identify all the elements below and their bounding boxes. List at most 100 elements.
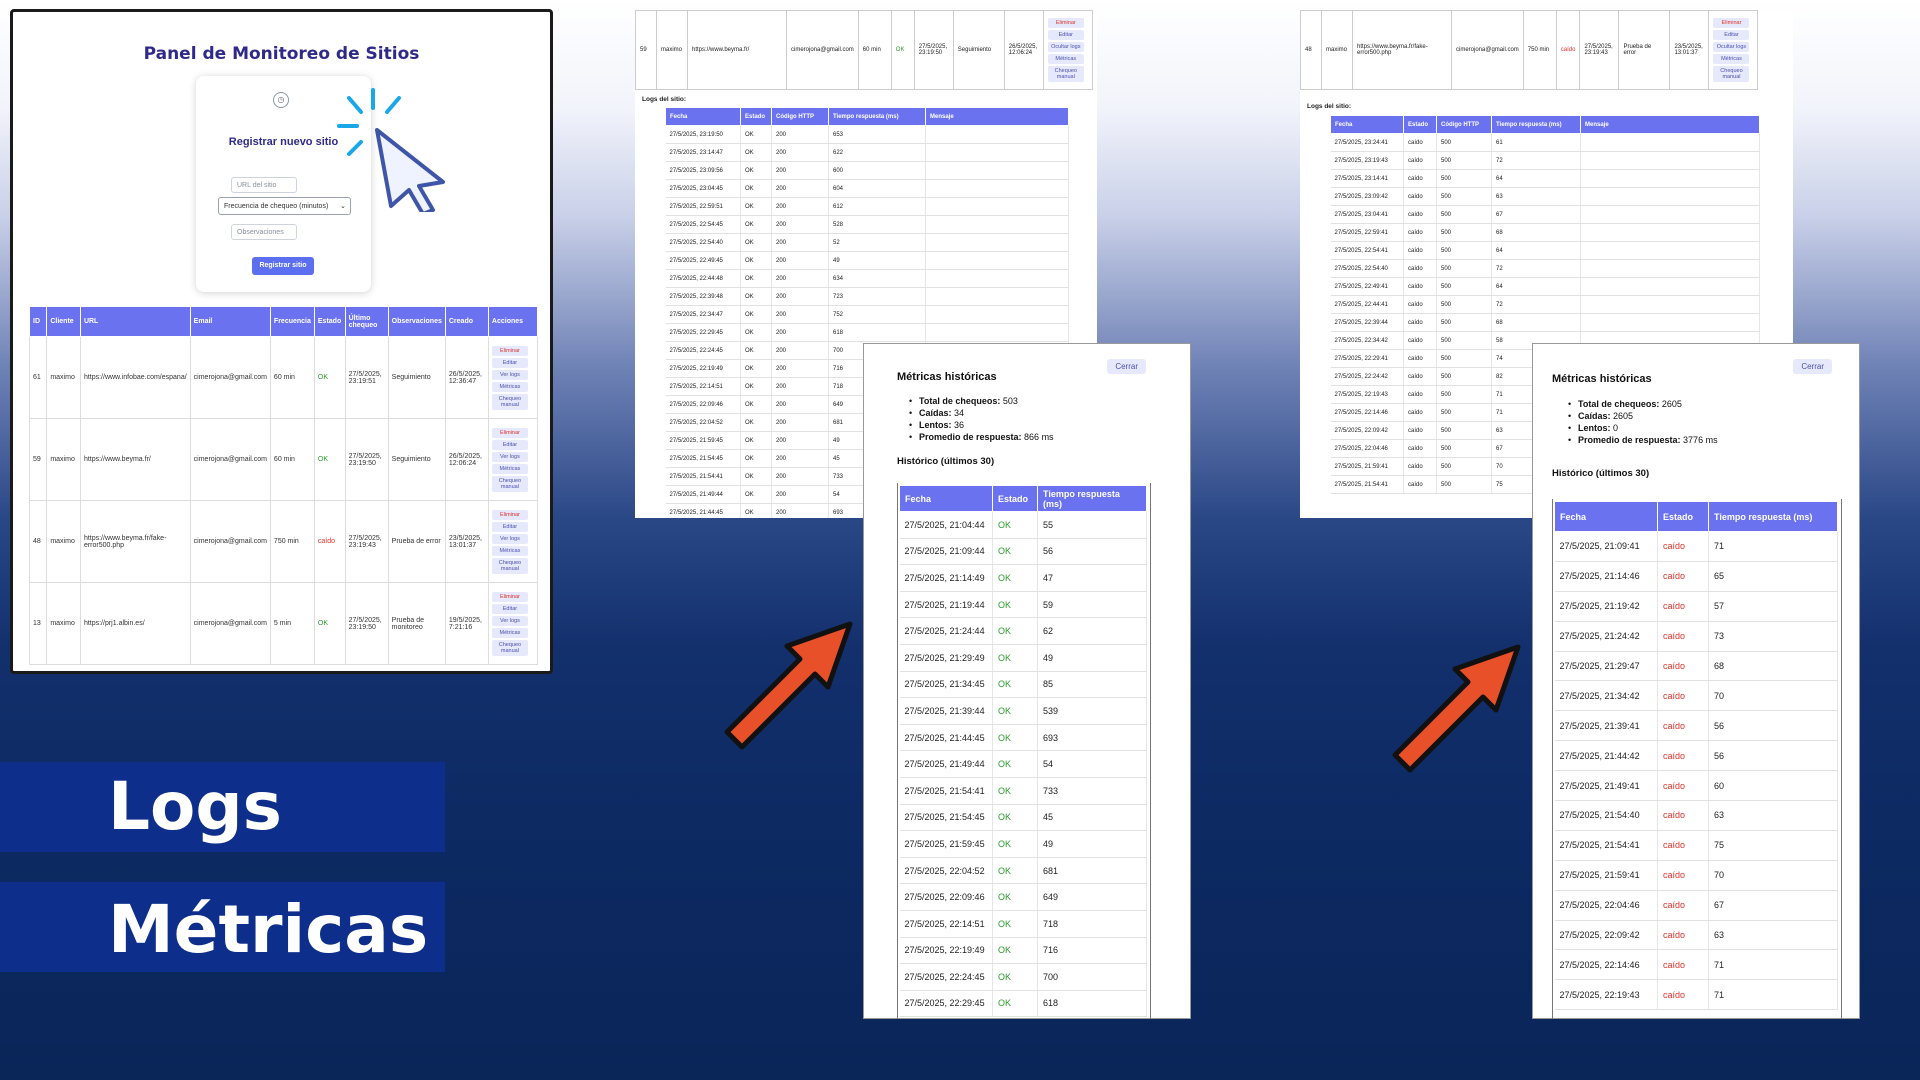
cell: 27/5/2025, 22:24:42 [1330,367,1404,386]
manual-check-button[interactable]: Chequeo manual [491,639,528,656]
cell: 27/5/2025, 21:59:41 [1330,457,1404,476]
hide-logs-button[interactable]: Ocultar logs [1047,42,1084,52]
observations-input[interactable]: Observaciones [231,224,297,240]
cell: caído [1403,187,1437,206]
cell: 27/5/2025, 22:19:43 [1554,979,1658,1011]
cell: OK [740,179,772,198]
cell: 27/5/2025, 22:29:45 [899,990,993,1018]
view-logs-button[interactable]: Ver logs [491,451,528,462]
table-row: 27/5/2025, 21:54:45 OK 45 [899,804,1147,832]
close-button[interactable]: Cerrar [1793,359,1832,374]
cell: 500 [1436,223,1492,242]
delete-button[interactable]: Eliminar [491,345,528,356]
cell: 27/5/2025, 23:09:56 [665,161,741,180]
cell-actions: Eliminar Editar Ver logs Métricas Cheque… [487,500,539,583]
stat-total: Total de chequeos: 2605 [1568,398,1718,410]
cell: 733 [1037,777,1147,805]
metrics-button[interactable]: Métricas [491,381,528,392]
edit-button[interactable]: Editar [491,439,528,450]
table-row: 27/5/2025, 22:59:41 caído 500 68 [1330,223,1760,242]
cell: 60 [1708,770,1838,802]
view-logs-button[interactable]: Ver logs [491,369,528,380]
metrics-button[interactable]: Métricas [1047,54,1084,64]
manual-check-button[interactable]: Chequeo manual [491,475,528,492]
table-row: 27/5/2025, 23:09:56 OK 200 600 [665,161,1069,180]
cell: 27/5/2025, 22:34:47 [665,305,741,324]
register-button[interactable]: Registrar sitio [252,257,314,275]
cell-freq: 5 min [269,582,315,665]
cell: 85 [1037,671,1147,699]
edit-button[interactable]: Editar [491,603,528,614]
cell: 54 [1037,750,1147,778]
table-row: 27/5/2025, 23:19:50 OK 200 653 [665,125,1069,144]
cell: 72 [1491,259,1581,278]
cell-freq: 750 min [1522,10,1557,90]
cell: OK [740,359,772,378]
close-button[interactable]: Cerrar [1107,359,1146,374]
metrics-button[interactable]: Métricas [491,627,528,638]
cell: 716 [1037,937,1147,965]
cell: 27/5/2025, 21:19:44 [899,591,993,619]
cell: 27/5/2025, 22:14:51 [899,910,993,938]
cell [925,305,1069,324]
metrics-button[interactable]: Métricas [491,545,528,556]
cell [1580,151,1760,170]
table-row: 27/5/2025, 21:14:49 OK 47 [899,564,1147,592]
cell-id: 48 [1300,10,1322,90]
cell: 600 [828,161,926,180]
table-row: 27/5/2025, 21:59:41 caído 70 [1554,860,1838,891]
edit-button[interactable]: Editar [1713,30,1750,40]
edit-button[interactable]: Editar [1047,30,1084,40]
cell: 27/5/2025, 22:14:46 [1554,949,1658,981]
col-header: Último chequeo [344,306,389,337]
table-row: 27/5/2025, 21:59:45 OK 49 [899,830,1147,858]
cell: OK [992,724,1038,752]
view-logs-button[interactable]: Ver logs [491,615,528,626]
delete-button[interactable]: Eliminar [1047,18,1084,28]
cell: caído [1657,740,1709,772]
cell [925,161,1069,180]
manual-check-button[interactable]: Chequeo manual [1047,66,1084,82]
cell: 200 [771,359,829,378]
delete-button[interactable]: Eliminar [491,509,528,520]
cell: 68 [1491,313,1581,332]
col-header: Frecuencia [269,306,315,337]
manual-check-button[interactable]: Chequeo manual [1713,66,1750,82]
table-row: 27/5/2025, 22:24:45 OK 700 [899,963,1147,991]
delete-button[interactable]: Eliminar [1713,18,1750,28]
cell: 500 [1436,403,1492,422]
metrics-button[interactable]: Métricas [1713,54,1750,64]
table-row: 27/5/2025, 21:54:41 OK 733 [899,777,1147,805]
cell: 27/5/2025, 22:04:52 [899,857,993,885]
metrics-button[interactable]: Métricas [491,463,528,474]
manual-check-button[interactable]: Chequeo manual [491,557,528,574]
cell: 723 [828,287,926,306]
cell: OK [992,883,1038,911]
cell: 64 [1491,241,1581,260]
url-input[interactable]: URL del sitio [231,177,297,193]
cell: OK [740,341,772,360]
hide-logs-button[interactable]: Ocultar logs [1713,42,1750,52]
cell: 200 [771,125,829,144]
delete-button[interactable]: Eliminar [491,427,528,438]
col-header: Estado [992,485,1038,512]
cell-creado: 26/5/2025, 12:36:47 [444,336,489,419]
cell-obs: Prueba de error [1618,10,1671,90]
col-header: Acciones [487,306,539,337]
cell-freq: 60 min [857,10,892,90]
cell: 27/5/2025, 22:39:44 [1330,313,1404,332]
table-row: 27/5/2025, 22:49:41 caído 500 64 [1330,277,1760,296]
cell: 71 [1708,531,1838,562]
edit-button[interactable]: Editar [491,521,528,532]
cell: 64 [1491,277,1581,296]
cell: 200 [771,341,829,360]
view-logs-button[interactable]: Ver logs [491,533,528,544]
cell-estado: OK [313,582,346,665]
modal-title: Métricas históricas [897,371,997,383]
cell [1580,259,1760,278]
delete-button[interactable]: Eliminar [491,591,528,602]
edit-button[interactable]: Editar [491,357,528,368]
manual-check-button[interactable]: Chequeo manual [491,393,528,410]
cell: 500 [1436,421,1492,440]
dashboard-panel: Panel de Monitoreo de Sitios ◷ Registrar… [10,9,553,674]
